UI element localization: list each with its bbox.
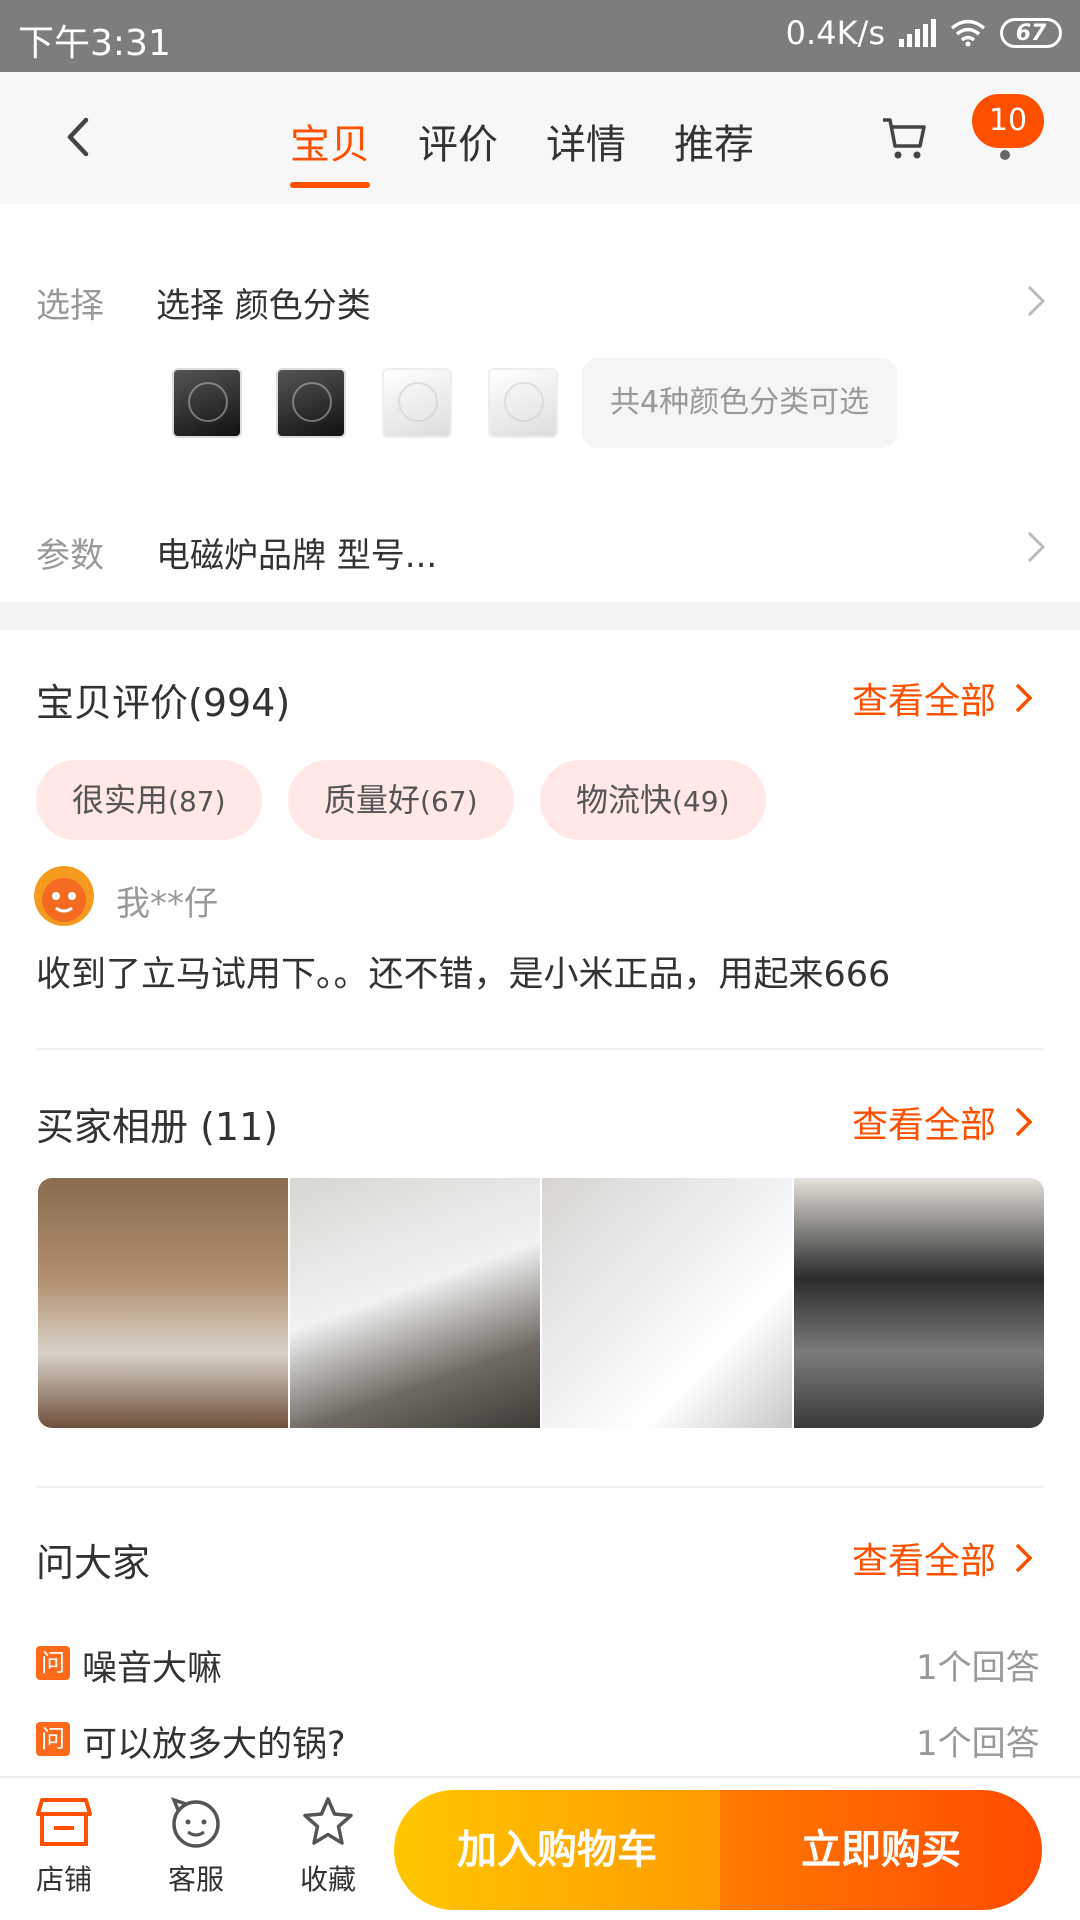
params-chevron-icon[interactable] <box>1024 528 1048 566</box>
customer-service-icon <box>170 1797 220 1848</box>
buy-now-button[interactable]: 立即购买 <box>720 1790 1042 1910</box>
reviews-see-all[interactable]: 查看全部 <box>852 672 1034 724</box>
album-photo[interactable] <box>542 1178 792 1428</box>
question-icon: 问 <box>36 1722 70 1756</box>
status-right: 0.4K/s 67 <box>786 14 1062 52</box>
answer-count: 1个回答 <box>916 1648 1040 1688</box>
params-value[interactable]: 电磁炉品牌 型号... <box>156 528 437 577</box>
tag-label: 物流快 <box>576 781 673 819</box>
section-divider <box>0 602 1080 630</box>
store-icon <box>36 1798 92 1846</box>
reviewer-avatar <box>34 866 94 926</box>
album-title: 买家相册 (11) <box>36 1105 279 1149</box>
reviewer-name: 我**仔 <box>116 884 218 924</box>
color-thumb-white-2[interactable] <box>488 368 558 438</box>
tag-count: (49) <box>672 785 730 818</box>
status-time: 下午3:31 <box>18 23 171 64</box>
chevron-right-icon <box>1015 683 1033 713</box>
service-label: 客服 <box>167 1863 224 1896</box>
service-button[interactable]: 客服 <box>146 1796 246 1898</box>
favorite-label: 收藏 <box>299 1863 356 1896</box>
back-arrow-icon[interactable] <box>56 112 106 162</box>
color-thumb-black-1[interactable] <box>172 368 242 438</box>
params-label: 参数 <box>36 536 104 576</box>
wifi-icon <box>950 19 986 47</box>
bottom-bar: 店铺 客服 收藏 加入购物车 立即购买 <box>0 1776 1080 1920</box>
reviews-see-all-label: 查看全部 <box>852 681 997 722</box>
album-photo[interactable] <box>794 1178 1044 1428</box>
qa-see-all-label: 查看全部 <box>852 1541 997 1582</box>
store-label: 店铺 <box>35 1863 92 1896</box>
tab-recommend[interactable]: 推荐 <box>674 112 754 192</box>
review-text[interactable]: 收到了立马试用下。。还不错，是小米正品，用起来666 <box>36 946 890 997</box>
review-tag-quality[interactable]: 质量好(67) <box>288 760 514 840</box>
select-label: 选择 <box>36 286 104 326</box>
tag-count: (67) <box>420 785 478 818</box>
color-count-pill[interactable]: 共4种颜色分类可选 <box>582 358 898 448</box>
chevron-right-icon <box>1015 1107 1033 1137</box>
cart-icon[interactable] <box>880 114 928 162</box>
color-thumb-black-2[interactable] <box>276 368 346 438</box>
reviews-title: 宝贝评价(994) <box>36 681 291 725</box>
star-icon <box>303 1797 353 1845</box>
answer-count: 1个回答 <box>916 1724 1040 1764</box>
favorite-button[interactable]: 收藏 <box>278 1796 378 1898</box>
qa-title: 问大家 <box>36 1541 151 1585</box>
album-photo[interactable] <box>38 1178 288 1428</box>
question-text[interactable]: 可以放多大的锅? <box>82 1716 346 1767</box>
nav-tabs: 宝贝 评价 详情 推荐 <box>290 112 754 192</box>
tag-label: 很实用 <box>72 781 169 819</box>
review-tag-shipping[interactable]: 物流快(49) <box>540 760 766 840</box>
tab-reviews[interactable]: 评价 <box>418 112 498 192</box>
select-value[interactable]: 选择 颜色分类 <box>156 278 371 327</box>
more-dot-icon[interactable] <box>1000 150 1010 160</box>
battery-icon: 67 <box>1000 18 1062 48</box>
question-text[interactable]: 噪音大嘛 <box>82 1640 222 1691</box>
album-see-all-label: 查看全部 <box>852 1105 997 1146</box>
tab-details[interactable]: 详情 <box>546 112 626 192</box>
tag-label: 质量好 <box>324 781 421 819</box>
review-tag-practical[interactable]: 很实用(87) <box>36 760 262 840</box>
color-thumb-white-1[interactable] <box>382 368 452 438</box>
add-to-cart-button[interactable]: 加入购物车 <box>394 1790 720 1910</box>
signal-icon <box>899 19 936 47</box>
tag-count: (87) <box>168 785 226 818</box>
chevron-right-icon <box>1015 1543 1033 1573</box>
divider <box>36 1048 1044 1050</box>
album-photo[interactable] <box>290 1178 540 1428</box>
nav-bar: 宝贝 评价 详情 推荐 10 <box>0 72 1080 204</box>
tab-item[interactable]: 宝贝 <box>290 112 370 192</box>
divider <box>36 1486 1044 1488</box>
question-icon: 问 <box>36 1646 70 1680</box>
battery-level: 67 <box>1015 20 1047 46</box>
qa-see-all[interactable]: 查看全部 <box>852 1532 1034 1584</box>
net-speed: 0.4K/s <box>785 14 885 52</box>
store-button[interactable]: 店铺 <box>14 1796 114 1898</box>
select-chevron-icon[interactable] <box>1024 282 1048 320</box>
message-badge[interactable]: 10 <box>972 94 1044 148</box>
status-bar: 下午3:31 0.4K/s 67 <box>0 0 1080 72</box>
album-see-all[interactable]: 查看全部 <box>852 1096 1034 1148</box>
